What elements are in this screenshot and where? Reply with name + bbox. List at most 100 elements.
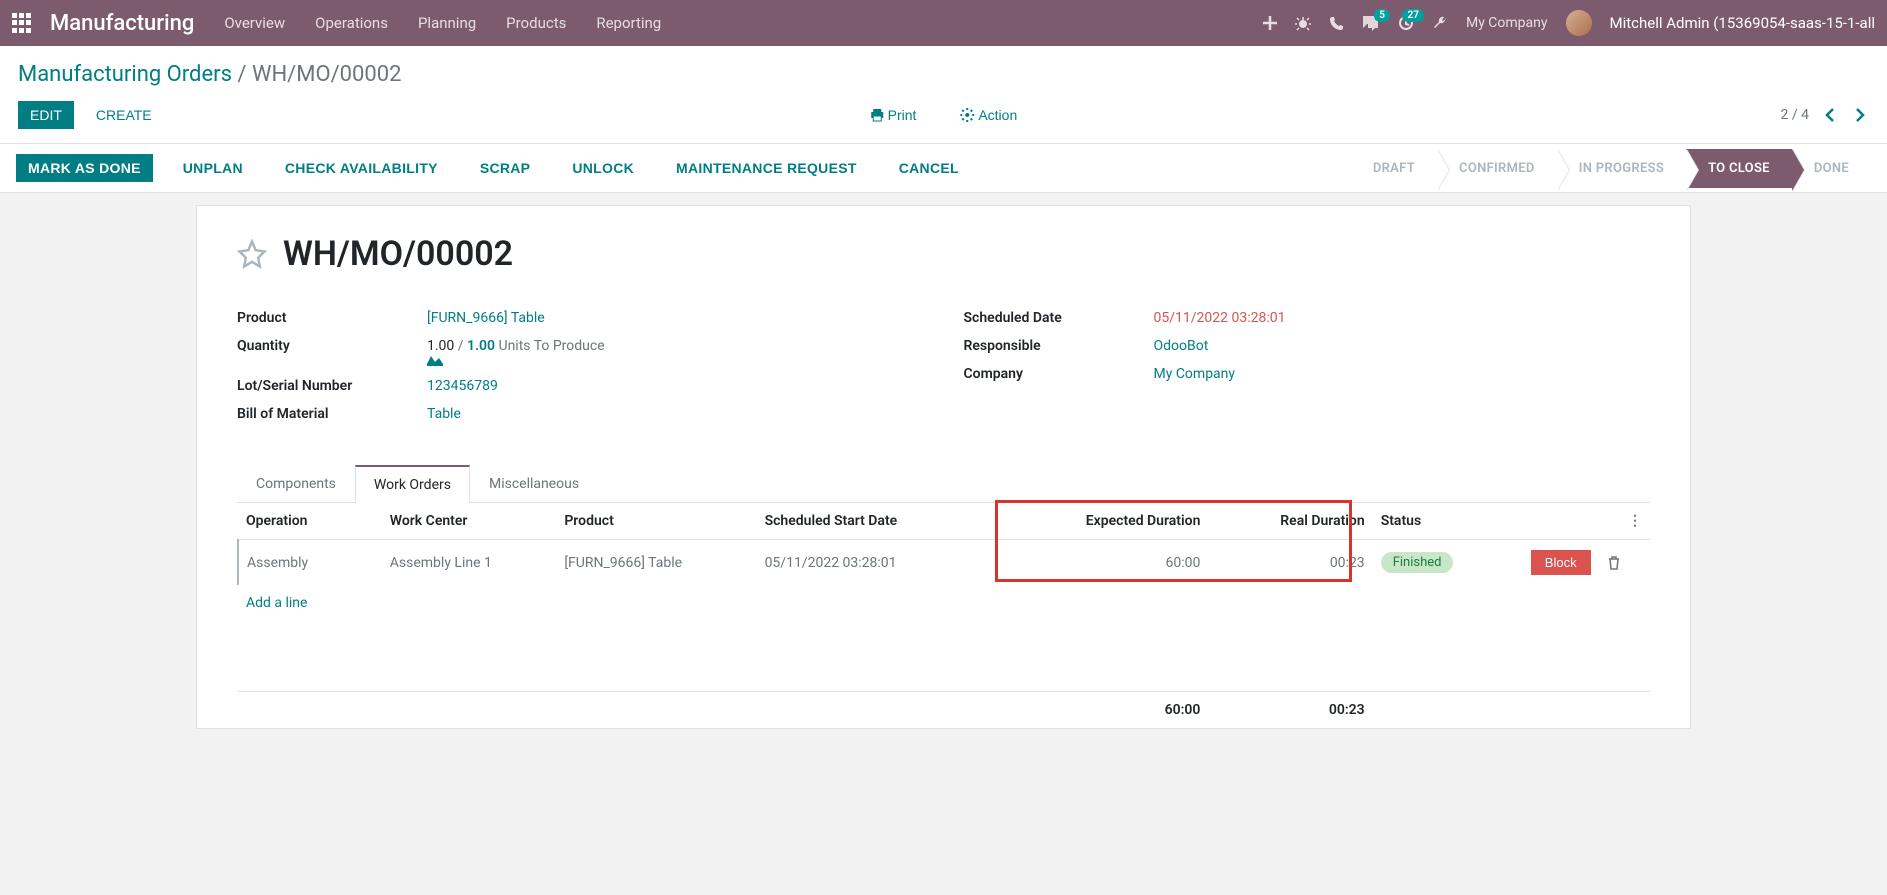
qty-unit: Units [495,338,531,354]
quantity-value: 1.00 / 1.00 Units To Produce [427,338,615,366]
scheduled-date-value: 05/11/2022 03:28:01 [1154,310,1286,326]
form-sheet: WH/MO/00002 Product [FURN_9666] Table Qu… [196,205,1691,729]
col-product: Product [556,503,756,540]
status-to-close[interactable]: TO CLOSE [1686,149,1792,188]
add-line-row: Add a line [238,585,1650,621]
cancel-button[interactable]: CANCEL [887,154,971,182]
print-button[interactable]: Print [858,101,929,129]
company-switcher[interactable]: My Company [1466,15,1548,31]
menu-products[interactable]: Products [506,14,566,32]
total-expected: 60:00 [1013,691,1208,728]
priority-star-icon[interactable] [237,239,267,269]
chevron-right-icon [1855,107,1865,123]
avatar[interactable] [1566,10,1592,36]
total-real: 00:23 [1208,691,1372,728]
apps-icon[interactable] [12,13,32,33]
activities-badge: 27 [1402,9,1423,22]
col-scheduled-start: Scheduled Start Date [757,503,1014,540]
status-confirmed[interactable]: CONFIRMED [1437,149,1557,188]
table-row[interactable]: Assembly Assembly Line 1 [FURN_9666] Tab… [238,540,1650,586]
gear-icon [960,108,974,122]
forecast-icon[interactable] [427,354,615,366]
status-draft[interactable]: DRAFT [1351,149,1437,188]
company-name: My Company [1466,15,1548,31]
menu-overview[interactable]: Overview [224,14,285,32]
order-title: WH/MO/00002 [283,234,513,274]
cell-real-duration: 00:23 [1208,540,1372,586]
scheduled-date-label: Scheduled Date [964,310,1154,326]
breadcrumb-current: WH/MO/00002 [252,62,402,87]
breadcrumb-sep: / [232,62,252,87]
company-label: Company [964,366,1154,382]
qty-to: 1.00 [467,338,495,354]
qty-from: 1.00 [427,338,454,354]
cell-scheduled-start: 05/11/2022 03:28:01 [757,540,1014,586]
pager-prev[interactable] [1821,107,1839,123]
pager-counter: 2 / 4 [1781,107,1809,123]
breadcrumb: Manufacturing Orders / WH/MO/00002 [18,62,1869,87]
print-label: Print [888,107,917,123]
tab-components[interactable]: Components [237,465,355,503]
top-navbar: Manufacturing Overview Operations Planni… [0,0,1887,46]
messages-icon[interactable]: 5 [1362,15,1380,31]
app-brand[interactable]: Manufacturing [50,11,194,36]
totals-row: 60:00 00:23 [238,691,1650,728]
unplan-button[interactable]: UNPLAN [171,154,255,182]
unlock-button[interactable]: UNLOCK [560,154,646,182]
qty-sep: / [454,338,467,354]
col-operation: Operation [238,503,382,540]
add-line-link[interactable]: Add a line [246,595,307,611]
activities-icon[interactable]: 27 [1398,15,1414,31]
bom-label: Bill of Material [237,406,427,422]
lot-label: Lot/Serial Number [237,378,427,394]
create-button[interactable]: CREATE [84,101,164,129]
status-badge: Finished [1381,552,1454,573]
menu-planning[interactable]: Planning [418,14,476,32]
maintenance-request-button[interactable]: MAINTENANCE REQUEST [664,154,869,182]
bug-icon[interactable] [1295,15,1311,31]
chevron-left-icon [1825,107,1835,123]
quantity-label: Quantity [237,338,427,366]
menu-reporting[interactable]: Reporting [596,14,661,32]
phone-icon[interactable] [1329,16,1344,31]
user-label[interactable]: Mitchell Admin (15369054-saas-15-1-all [1610,14,1876,32]
tab-work-orders[interactable]: Work Orders [355,465,470,503]
columns-menu-icon[interactable]: ⋮ [1628,513,1642,529]
responsible-value[interactable]: OdooBot [1154,338,1209,354]
product-label: Product [237,310,427,326]
status-in-progress[interactable]: IN PROGRESS [1557,149,1686,188]
breadcrumb-parent[interactable]: Manufacturing Orders [18,62,232,87]
cell-work-center: Assembly Line 1 [382,540,557,586]
control-panel: Manufacturing Orders / WH/MO/00002 EDIT … [0,46,1887,144]
action-button[interactable]: Action [948,101,1029,129]
scrap-button[interactable]: SCRAP [468,154,543,182]
print-icon [870,108,884,122]
cell-expected-duration: 60:00 [1013,540,1208,586]
col-real-duration: Real Duration [1208,503,1372,540]
cell-product: [FURN_9666] Table [556,540,756,586]
product-value[interactable]: [FURN_9666] Table [427,310,545,326]
messages-badge: 5 [1374,9,1390,22]
col-status: Status [1373,503,1496,540]
trash-icon[interactable] [1607,555,1642,570]
lot-value[interactable]: 123456789 [427,378,498,394]
wrench-icon[interactable] [1432,15,1448,31]
qty-suffix: To Produce [531,338,605,354]
bom-value[interactable]: Table [427,406,461,422]
cell-operation: Assembly [238,540,382,586]
check-availability-button[interactable]: CHECK AVAILABILITY [273,154,450,182]
col-work-center: Work Center [382,503,557,540]
responsible-label: Responsible [964,338,1154,354]
col-expected-duration: Expected Duration [1013,503,1208,540]
menu-operations[interactable]: Operations [315,14,388,32]
plus-icon[interactable] [1263,16,1277,30]
main-menu: Overview Operations Planning Products Re… [224,14,661,32]
status-steps: DRAFT CONFIRMED IN PROGRESS TO CLOSE DON… [1351,149,1871,188]
company-value[interactable]: My Company [1154,366,1236,382]
action-label: Action [978,107,1017,123]
tab-miscellaneous[interactable]: Miscellaneous [470,465,598,503]
edit-button[interactable]: EDIT [18,101,74,129]
block-button[interactable]: Block [1531,550,1591,575]
mark-as-done-button[interactable]: MARK AS DONE [16,154,153,182]
pager-next[interactable] [1851,107,1869,123]
